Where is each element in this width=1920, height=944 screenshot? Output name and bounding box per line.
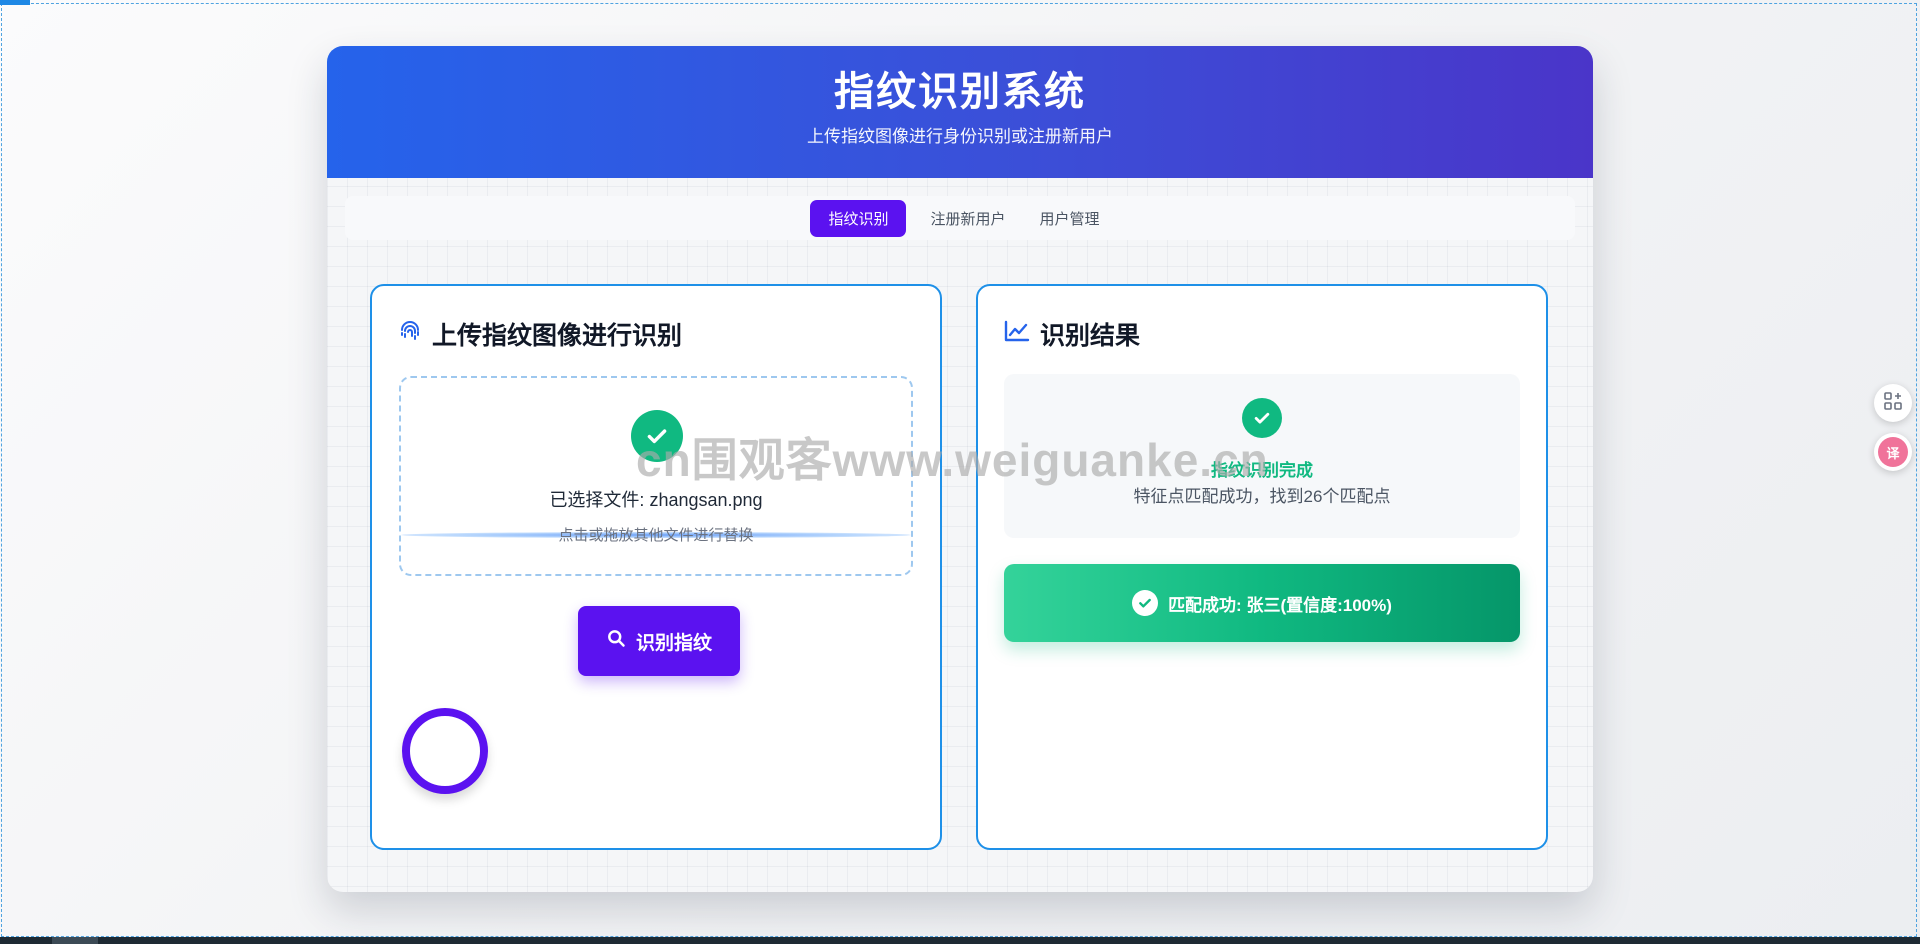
match-result-text: 匹配成功: 张三(置信度:100%): [1168, 595, 1392, 615]
taskbar-strip: [0, 937, 1920, 944]
check-circle-icon: [1132, 590, 1159, 616]
recognize-button[interactable]: 识别指纹: [578, 606, 740, 676]
upload-card-header: 上传指纹图像进行识别: [398, 316, 682, 352]
tab-user-management[interactable]: 用户管理: [1030, 200, 1110, 237]
drop-hint: 点击或拖放其他文件进行替换: [558, 527, 754, 544]
result-card: 识别结果 指纹识别完成 特征点匹配成功，找到26个匹配点 匹配成功: 张三(置信…: [976, 284, 1548, 850]
apps-grid-icon: [1883, 391, 1903, 416]
tab-bar: 指纹识别 注册新用户 用户管理: [345, 196, 1575, 240]
search-icon: [606, 628, 626, 654]
fingerprint-icon: [398, 319, 422, 350]
header: 指纹识别系统 上传指纹图像进行身份识别或注册新用户: [327, 46, 1593, 178]
chart-line-icon: [1004, 319, 1030, 350]
loading-spinner: [402, 708, 488, 794]
recognize-button-label: 识别指纹: [635, 632, 712, 654]
upload-card-title: 上传指纹图像进行识别: [432, 322, 683, 350]
apps-grid-button[interactable]: [1874, 384, 1912, 422]
page-title: 指纹识别系统: [834, 70, 1086, 114]
upload-card: 上传指纹图像进行识别 已选择文件: zhangsan.png 点击或拖放其他文件…: [370, 284, 942, 850]
top-marker: [0, 0, 30, 5]
tab-recognize[interactable]: 指纹识别: [810, 199, 907, 237]
match-result-banner: 匹配成功: 张三(置信度:100%): [1004, 564, 1520, 642]
result-card-header: 识别结果: [1004, 316, 1140, 352]
result-card-title: 识别结果: [1040, 322, 1141, 350]
watermark: cn围观客www.weiguanke.cn: [636, 434, 1269, 486]
tab-register[interactable]: 注册新用户: [920, 200, 1015, 237]
translate-button[interactable]: 译: [1874, 433, 1912, 471]
page-subtitle: 上传指纹图像进行身份识别或注册新用户: [807, 127, 1113, 146]
translate-icon: 译: [1878, 437, 1908, 467]
